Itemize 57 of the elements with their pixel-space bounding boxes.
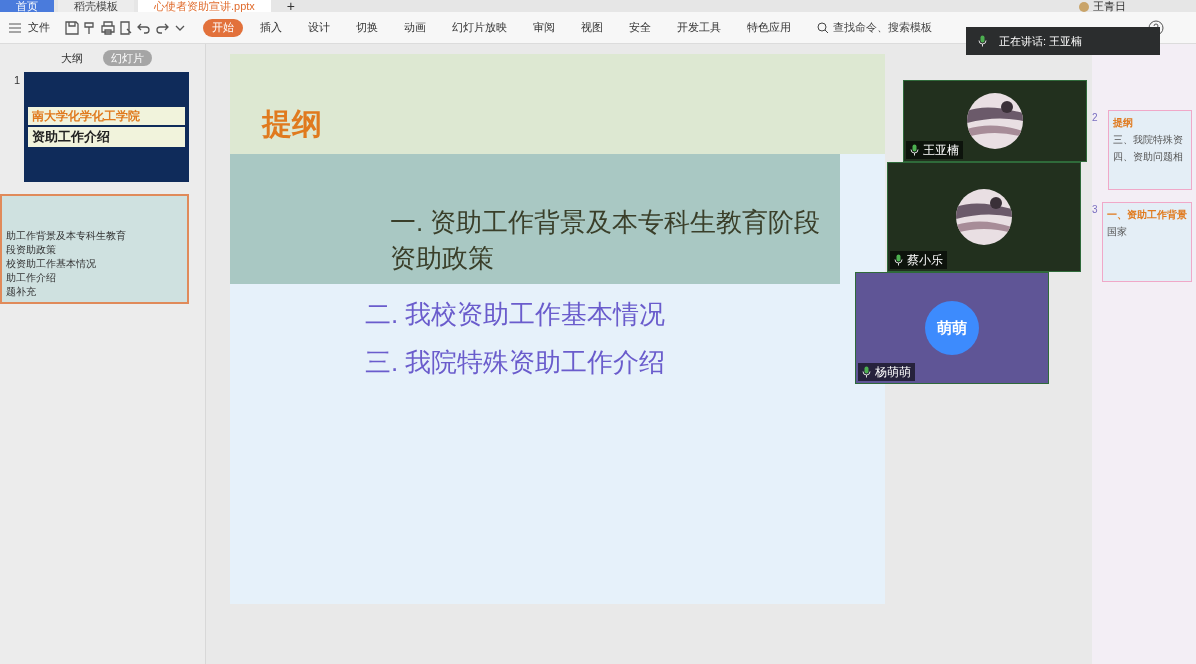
- slide-thumbnail[interactable]: 南大学化学化工学院 资助工作介绍: [24, 72, 189, 182]
- thumbnail-text: 南大学化学化工学院: [28, 107, 185, 126]
- slide-title: 提纲: [262, 106, 322, 142]
- search-field[interactable]: 查找命令、搜索模板: [817, 19, 932, 36]
- thumbnail-text: 三、我院特殊资: [1113, 133, 1184, 147]
- slide-thumbnail[interactable]: 一、资助工作背景 国家: [1102, 202, 1192, 282]
- ribbon-tab[interactable]: 安全: [620, 18, 660, 37]
- thumbnail-text: 助工作介绍: [6, 272, 57, 284]
- slide-item: 二. 我校资助工作基本情况: [365, 298, 666, 331]
- slide-item: 三. 我院特殊资助工作介绍: [365, 346, 666, 379]
- microphone-icon: [910, 144, 919, 156]
- participant-name: 杨萌萌: [875, 364, 911, 381]
- file-menu[interactable]: 文件: [24, 19, 54, 36]
- ribbon-tab[interactable]: 设计: [299, 18, 339, 37]
- thumbnail-text: 校资助工作基本情况: [6, 258, 97, 270]
- slide-number: 2: [1092, 111, 1099, 125]
- thumbnail-title: 一、资助工作背景: [1107, 208, 1187, 222]
- thumbnail-text: 四、资助问题相: [1113, 150, 1184, 164]
- ribbon-tab[interactable]: 开发工具: [668, 18, 730, 37]
- microphone-icon: [978, 35, 987, 47]
- slide-item: 一. 资助工作背景及本专科生教育阶段资助政策: [390, 206, 822, 275]
- document-tab[interactable]: 稻壳模板: [58, 0, 134, 12]
- new-tab-button[interactable]: +: [274, 0, 308, 12]
- ribbon-tab[interactable]: 视图: [572, 18, 612, 37]
- save-icon[interactable]: [64, 19, 80, 36]
- video-tile[interactable]: 蔡小乐: [887, 162, 1081, 272]
- preview-icon[interactable]: [118, 19, 134, 36]
- microphone-icon: [894, 254, 903, 266]
- document-tab[interactable]: 心使者资助宣讲.pptx: [138, 0, 271, 12]
- search-icon: [817, 21, 829, 34]
- thumbnail-title: 提纲: [1113, 116, 1134, 130]
- ribbon-tab[interactable]: 特色应用: [738, 18, 800, 37]
- ribbon-tab[interactable]: 插入: [251, 18, 291, 37]
- speaker-text: 正在讲话: 王亚楠: [999, 33, 1083, 49]
- slide-thumbnail[interactable]: 提纲 三、我院特殊资 四、资助问题相: [1108, 110, 1192, 190]
- document-tab[interactable]: 首页: [0, 0, 54, 12]
- ribbon-tab[interactable]: 幻灯片放映: [443, 18, 516, 37]
- thumbnail-text: 资助工作介绍: [28, 127, 185, 147]
- panel-tab[interactable]: 大纲: [53, 49, 91, 67]
- avatar-initials: 萌萌: [925, 301, 979, 355]
- ribbon-tab[interactable]: 动画: [395, 18, 435, 37]
- user-name[interactable]: 王青日: [1093, 0, 1126, 12]
- video-tile[interactable]: 王亚楠: [903, 80, 1087, 162]
- slide-number: 3: [1092, 203, 1098, 217]
- slide-thumbnail[interactable]: 助工作背景及本专科生教育 段资助政策 校资助工作基本情况 助工作介绍 题补充: [0, 194, 189, 304]
- microphone-icon: [862, 366, 871, 378]
- ribbon-tab[interactable]: 切换: [347, 18, 387, 37]
- ribbon-tab[interactable]: 审阅: [524, 18, 564, 37]
- thumbnail-text: 助工作背景及本专科生教育: [6, 230, 127, 242]
- participant-name: 蔡小乐: [907, 252, 943, 269]
- thumbnail-text: 题补充: [6, 286, 37, 298]
- thumbnail-text: 国家: [1107, 225, 1128, 239]
- thumbnail-text: 段资助政策: [6, 244, 57, 256]
- participant-name: 王亚楠: [923, 142, 959, 159]
- slide-number: 1: [12, 73, 20, 88]
- video-tile[interactable]: 萌萌 杨萌萌: [855, 272, 1049, 384]
- print-icon[interactable]: [100, 19, 116, 36]
